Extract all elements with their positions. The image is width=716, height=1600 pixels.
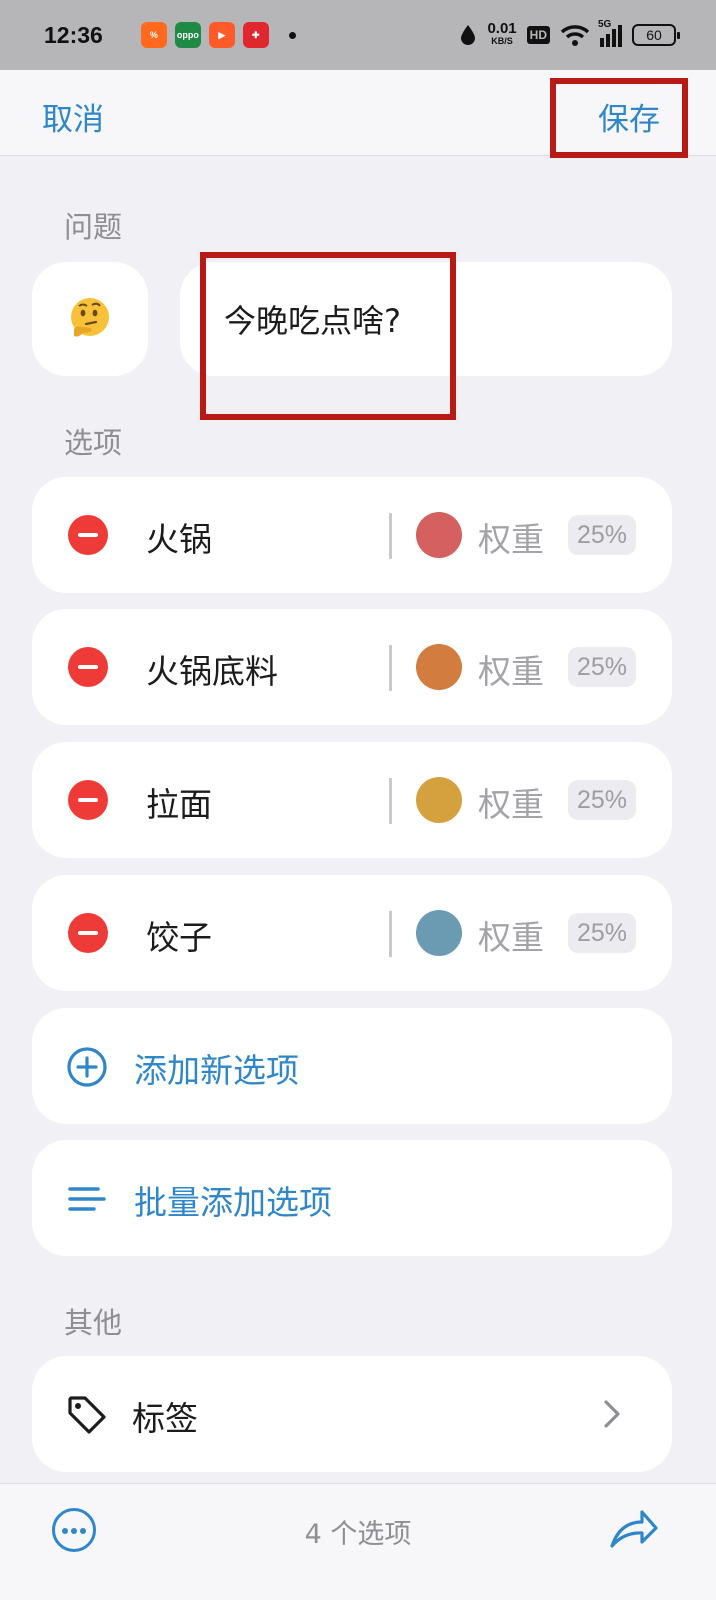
plus-circle-icon <box>67 1047 107 1087</box>
share-icon[interactable] <box>608 1508 658 1552</box>
option-color-swatch[interactable] <box>416 777 462 823</box>
tags-label: 标签 <box>132 1399 198 1438</box>
weight-label: 权重 <box>478 918 544 957</box>
notification-dot-icon <box>288 31 296 39</box>
option-divider <box>389 513 392 559</box>
question-section-label: 问题 <box>64 210 123 244</box>
weight-label: 权重 <box>478 785 544 824</box>
option-label[interactable]: 火锅底料 <box>146 645 278 693</box>
option-label[interactable]: 火锅 <box>146 513 212 561</box>
oppo-app-icon: oppo <box>174 22 201 48</box>
options-section-label: 选项 <box>64 426 123 460</box>
other-section-label: 其他 <box>64 1306 123 1340</box>
option-color-swatch[interactable] <box>416 644 462 690</box>
video-app-icon: ▶ <box>208 22 235 48</box>
option-divider <box>389 645 392 691</box>
weight-label: 权重 <box>478 520 544 559</box>
taobao-app-icon: % <box>140 22 167 48</box>
option-divider <box>389 911 392 957</box>
status-bar: 12:36 % oppo ▶ ✚ 0.01 KB/S HD 5G 60 <box>0 0 716 70</box>
cancel-button[interactable]: 取消 <box>42 94 104 139</box>
option-divider <box>389 778 392 824</box>
delete-option-icon[interactable] <box>68 515 108 555</box>
nav-bar: 取消 保存 <box>0 70 716 158</box>
option-row: 拉面 权重 25% <box>32 742 672 858</box>
data-saver-icon <box>461 25 476 45</box>
pinduoduo-app-icon: ✚ <box>242 22 269 48</box>
option-color-swatch[interactable] <box>416 512 462 558</box>
option-color-swatch[interactable] <box>416 910 462 956</box>
bottom-bar: 4 个选项 <box>0 1483 716 1600</box>
option-row: 火锅底料 权重 25% <box>32 609 672 725</box>
add-option-label: 添加新选项 <box>134 1051 299 1090</box>
add-option-button[interactable]: 添加新选项 <box>32 1008 672 1124</box>
delete-option-icon[interactable] <box>68 780 108 820</box>
thinking-face-icon <box>71 298 109 337</box>
battery-icon: 60 <box>632 24 680 46</box>
highlight-box-save <box>550 78 688 158</box>
weight-value[interactable]: 25% <box>568 647 636 687</box>
net-speed: 0.01 KB/S <box>487 20 517 46</box>
status-time: 12:36 <box>44 21 103 48</box>
option-row: 饺子 权重 25% <box>32 875 672 991</box>
weight-value[interactable]: 25% <box>568 780 636 820</box>
tags-row[interactable]: 标签 <box>32 1356 672 1472</box>
emoji-picker-button[interactable] <box>32 262 148 376</box>
option-row: 火锅 权重 25% <box>32 477 672 593</box>
batch-add-label: 批量添加选项 <box>134 1183 332 1222</box>
delete-option-icon[interactable] <box>68 913 108 953</box>
option-label[interactable]: 拉面 <box>146 778 212 826</box>
wifi-icon <box>560 25 590 46</box>
chevron-right-icon <box>604 1400 620 1428</box>
cellular-signal-icon: 5G <box>598 19 622 47</box>
tag-icon <box>68 1396 106 1434</box>
weight-value[interactable]: 25% <box>568 913 636 953</box>
highlight-box-question <box>200 252 456 420</box>
weight-value[interactable]: 25% <box>568 515 636 555</box>
hd-badge: HD <box>526 26 550 44</box>
list-lines-icon <box>68 1187 106 1211</box>
option-label[interactable]: 饺子 <box>146 911 212 959</box>
delete-option-icon[interactable] <box>68 647 108 687</box>
batch-add-button[interactable]: 批量添加选项 <box>32 1140 672 1256</box>
weight-label: 权重 <box>478 652 544 691</box>
